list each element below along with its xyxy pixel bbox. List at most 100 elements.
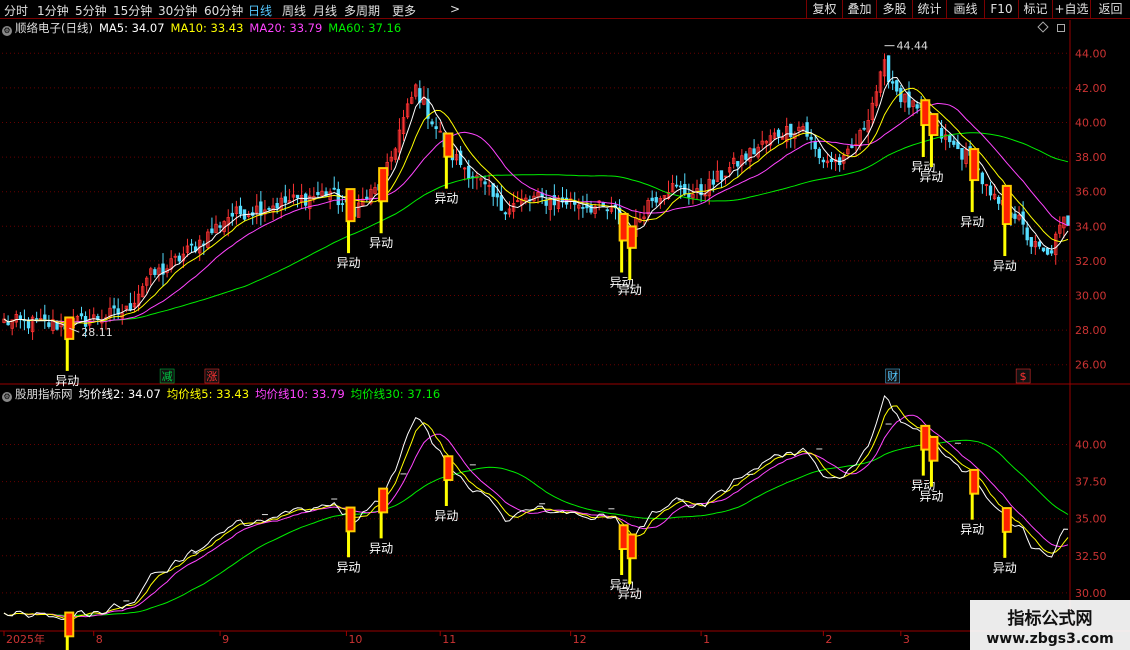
- candle: [825, 153, 830, 168]
- main-y-tick-label: 40.00: [1075, 117, 1107, 130]
- candle-body: [283, 196, 287, 203]
- candle: [740, 149, 744, 173]
- candle-body: [332, 187, 336, 190]
- candle: [532, 191, 536, 203]
- candle: [821, 157, 826, 169]
- candle: [316, 181, 320, 199]
- main-y-tick-label: 34.00: [1075, 220, 1107, 233]
- candle: [463, 166, 467, 181]
- candle: [862, 120, 866, 131]
- candle: [772, 128, 777, 140]
- signal-box: [64, 316, 75, 340]
- candle: [605, 208, 609, 220]
- candle: [181, 246, 186, 269]
- candle: [332, 176, 336, 191]
- event-marker: 减: [159, 368, 175, 384]
- candle: [173, 253, 177, 267]
- ma5-line: [3, 76, 1069, 327]
- stock-chart[interactable]: 26.00 28.00 30.00 32.00 34.00 36.00 38.00 40.00…: [0, 0, 1130, 650]
- candle: [891, 70, 895, 91]
- month-tick-label: 9: [222, 633, 229, 646]
- candle: [79, 306, 84, 320]
- signal-marker-sub: 异动: [369, 487, 393, 555]
- candle-body: [177, 255, 181, 262]
- signal-box: [345, 188, 356, 223]
- signal-box: [443, 132, 454, 158]
- candle-body: [112, 305, 116, 309]
- candle-body: [980, 172, 985, 185]
- candle: [128, 292, 133, 312]
- candle-body: [948, 134, 952, 143]
- grid-lines: [2, 52, 1070, 594]
- signal-box: [345, 506, 356, 533]
- candle: [2, 313, 6, 324]
- candle: [1013, 206, 1017, 224]
- signal-box: [1001, 507, 1012, 533]
- signal-marker-main: 异动: [55, 316, 79, 388]
- candle: [157, 263, 161, 282]
- candle-body: [1013, 213, 1017, 219]
- candle: [732, 152, 736, 169]
- candle: [907, 81, 911, 115]
- signal-label: 异动: [960, 215, 984, 229]
- signal-marker-main: 异动: [369, 167, 393, 250]
- candle: [389, 150, 393, 171]
- main-y-tick-label: 26.00: [1075, 359, 1107, 372]
- candle: [336, 181, 340, 214]
- candle: [405, 98, 410, 120]
- candle: [30, 314, 35, 340]
- signal-box: [1001, 184, 1012, 226]
- candle-body: [153, 269, 157, 275]
- candle-body: [79, 313, 84, 317]
- candle: [43, 304, 47, 329]
- candle: [373, 182, 377, 195]
- candle: [75, 314, 80, 323]
- candle: [438, 122, 442, 133]
- candle-body: [829, 158, 834, 162]
- month-tick-label: 10: [348, 633, 362, 646]
- high-price-label: 44.44: [897, 40, 929, 53]
- low-price-label: 28.11: [81, 326, 113, 339]
- candle: [140, 283, 145, 298]
- month-tick-label: 3: [903, 633, 910, 646]
- candle: [328, 188, 332, 210]
- signal-box: [618, 212, 629, 242]
- signal-label: 异动: [919, 170, 943, 184]
- event-marker: $: [1015, 368, 1031, 384]
- candle: [426, 88, 430, 129]
- candle: [1049, 245, 1054, 256]
- candle: [393, 146, 398, 163]
- candle: [650, 190, 654, 208]
- candle: [903, 93, 907, 113]
- candle: [719, 170, 724, 188]
- candle: [850, 138, 854, 149]
- candle: [177, 252, 181, 264]
- candle-body: [817, 148, 821, 159]
- candle: [287, 188, 292, 203]
- candle: [471, 171, 475, 189]
- candle: [1041, 247, 1046, 253]
- candle: [817, 147, 821, 165]
- candle-body: [805, 122, 809, 137]
- signal-box: [920, 99, 931, 127]
- candle: [458, 145, 463, 168]
- candle: [10, 319, 14, 336]
- candle-body: [544, 199, 548, 206]
- candle: [136, 284, 141, 312]
- candle: [703, 184, 707, 201]
- candle: [124, 305, 128, 313]
- candle-body: [1037, 241, 1042, 247]
- candle-body: [434, 126, 438, 130]
- candle-body: [316, 191, 320, 196]
- candle: [414, 83, 418, 100]
- candle-body: [915, 104, 919, 109]
- signal-box: [920, 424, 931, 451]
- candle: [829, 151, 834, 170]
- candle: [149, 266, 153, 286]
- sub-y-tick-label: 37.50: [1075, 476, 1107, 489]
- candle: [838, 153, 842, 172]
- event-marker-label: $: [1020, 370, 1027, 383]
- candle: [988, 181, 993, 201]
- signal-marker-sub: 异动: [434, 455, 458, 523]
- candle-body: [43, 314, 47, 321]
